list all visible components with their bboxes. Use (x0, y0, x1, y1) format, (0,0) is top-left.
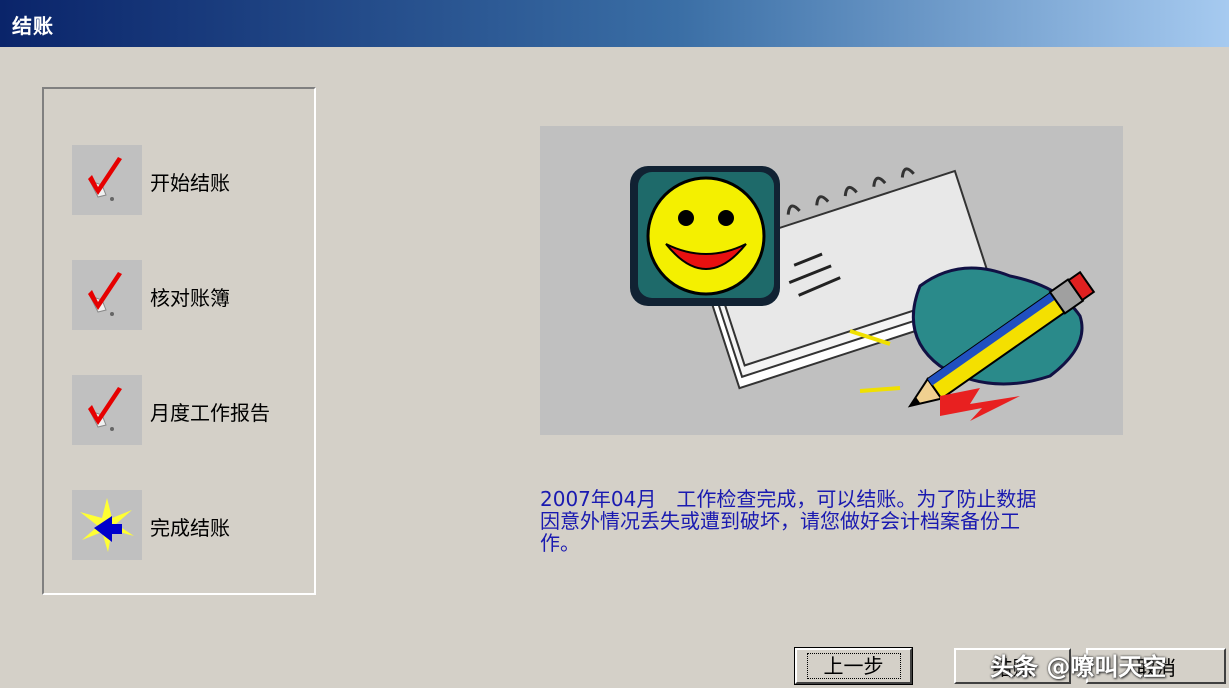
message-line: 2007年04月 工作检查完成，可以结账。为了防止数据 (540, 487, 1037, 511)
step-label: 月度工作报告 (150, 401, 270, 425)
finish-closing-label: 结账 (992, 655, 1033, 680)
prev-step-label: 上一步 (806, 653, 901, 679)
message-line: 因意外情况丢失或遭到破坏，请您做好会计档案备份工 (540, 509, 1020, 533)
red-check-icon (72, 260, 142, 330)
step-check-books: 核对账簿 (72, 260, 312, 330)
prev-step-button[interactable]: 上一步 (794, 647, 913, 685)
red-check-icon (72, 145, 142, 215)
step-finish-closing: 完成结账 (72, 490, 312, 560)
sparkle-arrow-icon (72, 490, 142, 560)
step-label: 完成结账 (150, 516, 230, 540)
step-label: 核对账簿 (150, 286, 230, 310)
red-check-icon (72, 375, 142, 445)
window-title: 结账 (12, 14, 54, 38)
cancel-button[interactable]: 取消 (1086, 648, 1226, 684)
finish-closing-button[interactable]: 结账 (954, 648, 1071, 684)
step-start-closing: 开始结账 (72, 145, 312, 215)
cancel-label: 取消 (1136, 655, 1176, 680)
title-bar: 结账 (0, 0, 1229, 47)
steps-panel: 开始结账 核对账簿 月度工作报告 完成结账 (42, 87, 316, 595)
status-message: 2007年04月 工作检查完成，可以结账。为了防止数据 因意外情况丢失或遭到破坏… (540, 488, 1180, 554)
step-label: 开始结账 (150, 171, 230, 195)
smiley-notebook-illustration (540, 126, 1123, 435)
step-monthly-report: 月度工作报告 (72, 375, 312, 445)
message-line: 作。 (540, 531, 580, 555)
